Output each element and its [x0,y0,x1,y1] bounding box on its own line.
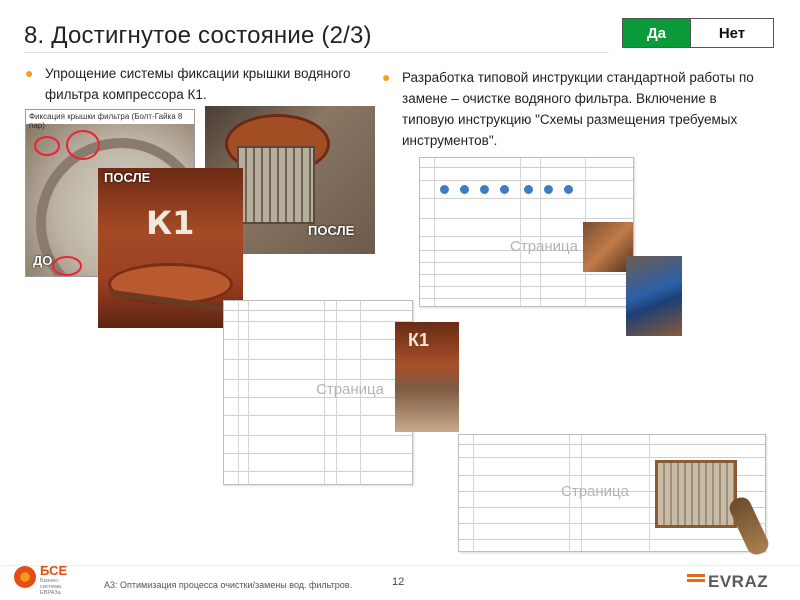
footer-divider [0,565,800,566]
bullet-right-text: Разработка типовой инструкции стандартно… [402,70,754,148]
step-circle-icon [564,185,573,194]
k1-marking: К1 [146,204,195,242]
step-circle-icon [460,185,469,194]
no-option[interactable]: Нет [691,19,773,47]
filter-cartridge [237,146,315,224]
page-number: 12 [392,576,405,588]
form-1-photo-pump [626,256,682,336]
step-circle-icon [500,185,509,194]
bullet-left: ● Упрощение системы фиксации крышки водя… [25,63,365,105]
bse-logo-icon [14,566,36,588]
form-header [459,435,765,445]
step-circle-icon [524,185,533,194]
step-circle-icon [440,185,449,194]
bolt-highlight-mark [34,136,60,156]
footer-caption: A3: Оптимизация процесса очистки/замены … [104,580,353,590]
bolt-highlight-mark [66,130,100,160]
bullet-right: ● Разработка типовой инструкции стандарт… [382,67,762,151]
form-2-k1-marking: К1 [408,330,429,350]
label-after-1: ПОСЛЕ [104,170,151,185]
photo-before-caption: Фиксация крышки фильтра (Болт-Гайка 8 па… [26,110,194,130]
bullet-dot-icon: ● [25,65,34,81]
page-watermark: Страница [316,381,384,398]
bolt-highlight-mark [52,256,82,276]
title-divider [24,52,609,53]
form-3-photo-filter [655,460,737,528]
step-circle-icon [480,185,489,194]
page-watermark: Страница [561,483,629,500]
step-circle-icon [544,185,553,194]
bse-logo-subtitle: Бизнес-система ЕВРАЗа [40,578,61,596]
label-before: ДО [33,253,53,268]
bullet-dot-icon: ● [382,69,391,85]
evraz-logo-icon [687,574,705,588]
yes-no-toggle[interactable]: Да Нет [622,18,774,48]
yes-option[interactable]: Да [623,19,691,47]
form-header [224,301,412,311]
bse-logo-text: БСЕ [40,563,68,578]
instruction-form-2: Страница [223,300,413,485]
page-title: 8. Достигнутое состояние (2/3) [24,22,372,49]
label-after-2: ПОСЛЕ [308,223,355,238]
evraz-logo-text: EVRAZ [708,572,769,591]
page-watermark: Страница [510,238,578,255]
bullet-left-text: Упрощение системы фиксации крышки водяно… [45,66,351,102]
form-header [420,158,633,168]
